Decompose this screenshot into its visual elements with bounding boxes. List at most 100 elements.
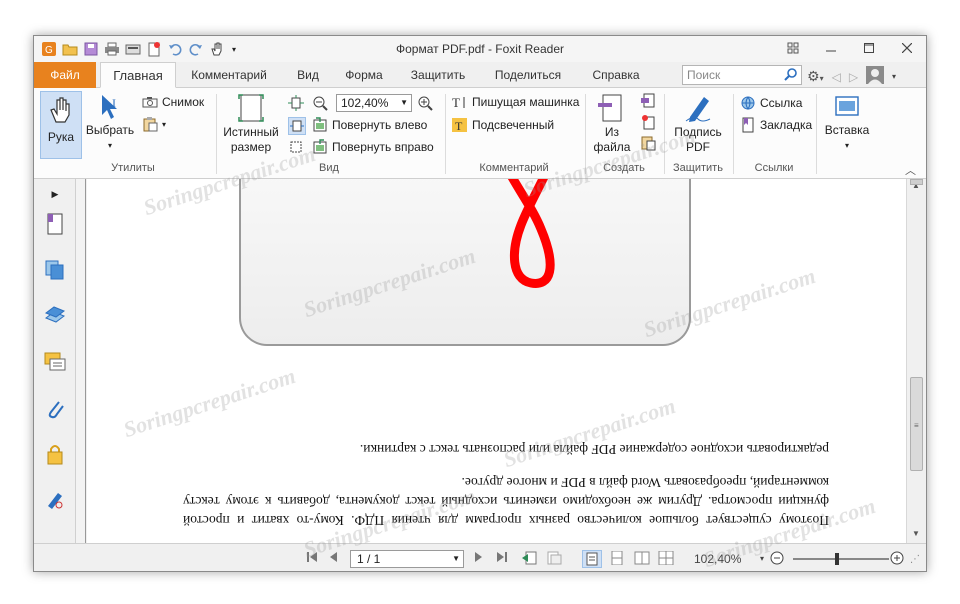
from-file-button[interactable]: Из файла xyxy=(590,93,634,155)
insert-media-icon xyxy=(820,93,874,121)
page-number-select[interactable]: 1 / 1 ▼ xyxy=(350,550,464,568)
rotate-left-label: Повернуть влево xyxy=(332,118,428,132)
fit-width-button[interactable] xyxy=(288,117,306,135)
zoom-percentage[interactable]: 102,40% xyxy=(694,552,741,566)
tab-file[interactable]: Файл xyxy=(34,62,96,88)
select-label: Выбрать xyxy=(85,123,135,137)
previous-page-icon[interactable] xyxy=(328,551,338,563)
group-label-view: Вид xyxy=(319,162,339,174)
page-number-value: 1 / 1 xyxy=(357,552,381,566)
ribbon-home: Рука I Выбрать ▾ Снимок ▾ Утилиты Истинн… xyxy=(34,88,926,179)
zoom-menu-dropdown-icon[interactable]: ▾ xyxy=(760,554,764,563)
insert-label: Вставка xyxy=(824,123,870,137)
scroll-down-icon[interactable]: ▼ xyxy=(912,529,920,538)
zoom-level-select[interactable]: 102,40% ▼ xyxy=(336,94,412,112)
expand-panel-icon[interactable]: ▶ xyxy=(44,183,66,205)
title-bar: G ▾ Формат PDF.pdf - Foxit Reader xyxy=(34,36,926,62)
clipboard-button[interactable]: ▾ xyxy=(142,116,166,132)
layers-icon[interactable] xyxy=(44,305,66,327)
pages-panel-icon[interactable] xyxy=(44,213,66,235)
typewriter-icon: T xyxy=(452,95,465,109)
search-input[interactable]: Поиск xyxy=(682,65,802,85)
select-tool-button[interactable]: I Выбрать ▾ xyxy=(84,93,136,153)
snapshot-label: Снимок xyxy=(162,95,205,109)
first-page-icon[interactable] xyxy=(306,551,318,563)
sign-pdf-button[interactable]: Подпись PDF xyxy=(670,93,726,155)
tab-share[interactable]: Поделиться xyxy=(488,62,568,88)
highlight-label: Подсвеченный xyxy=(472,118,555,132)
navigation-sidebar: ▶ xyxy=(34,179,76,543)
bookmark-button[interactable]: Закладка xyxy=(740,117,812,133)
single-page-view-icon[interactable] xyxy=(582,550,602,568)
tab-home[interactable]: Главная xyxy=(100,62,176,88)
blank-page-icon xyxy=(641,93,655,108)
document-view[interactable]: Поэтому существует большое количество ра… xyxy=(87,179,906,543)
pdf-logo-image xyxy=(239,179,691,346)
pen-sign-icon xyxy=(670,93,726,123)
tab-protect[interactable]: Защитить xyxy=(402,62,474,88)
next-view-icon[interactable] xyxy=(546,551,562,565)
sidebar-splitter[interactable] xyxy=(76,179,86,543)
signatures-panel-icon[interactable] xyxy=(44,489,66,511)
from-file-label-2: файла xyxy=(593,140,631,154)
zoom-slider[interactable] xyxy=(793,553,889,565)
tab-view[interactable]: Вид xyxy=(288,62,328,88)
document-paragraph-2: Поэтому существует большое количество ра… xyxy=(183,475,829,528)
comments-panel-icon[interactable] xyxy=(44,351,66,373)
layers-pages-icon[interactable] xyxy=(44,259,66,281)
next-page-icon[interactable] xyxy=(474,551,484,563)
highlight-button[interactable]: T Подсвеченный xyxy=(452,117,554,133)
insert-button[interactable]: Вставка ▾ xyxy=(820,93,874,153)
settings-gear-icon[interactable]: ⚙▾ xyxy=(807,68,824,85)
svg-text:T: T xyxy=(455,119,463,133)
select-dropdown-icon: ▾ xyxy=(107,141,112,150)
last-page-icon[interactable] xyxy=(496,551,508,563)
continuous-facing-view-icon[interactable] xyxy=(658,551,674,565)
link-button[interactable]: Ссылка xyxy=(740,95,802,111)
resize-grip-icon[interactable]: ⋰ xyxy=(910,554,920,565)
create-clipboard-button[interactable] xyxy=(640,135,656,151)
previous-view-icon[interactable] xyxy=(522,551,538,565)
fit-visible-button[interactable] xyxy=(288,139,304,155)
rotate-left-button[interactable]: Повернуть влево xyxy=(312,117,427,133)
attachments-icon[interactable] xyxy=(44,397,66,419)
insert-dropdown-icon: ▾ xyxy=(844,141,849,150)
hand-tool-button[interactable]: Рука xyxy=(40,91,82,159)
fit-page-button[interactable] xyxy=(288,95,304,111)
account-dropdown-icon[interactable]: ▾ xyxy=(892,72,896,81)
zoom-in-button[interactable] xyxy=(417,95,433,111)
snapshot-button[interactable]: Снимок xyxy=(142,95,204,109)
bookmark-label: Закладка xyxy=(760,118,813,132)
actual-size-button[interactable]: Истинный размер xyxy=(220,93,282,155)
security-lock-icon[interactable] xyxy=(44,443,66,465)
status-zoom-out-icon[interactable] xyxy=(770,551,784,565)
forward-arrow-icon[interactable]: ▷ xyxy=(849,70,858,84)
create-new-button[interactable] xyxy=(640,114,656,130)
rotate-right-icon xyxy=(313,139,327,154)
tab-form[interactable]: Форма xyxy=(340,62,388,88)
tab-comment[interactable]: Комментарий xyxy=(184,62,274,88)
close-button[interactable] xyxy=(888,36,926,60)
ribbon-display-options-icon[interactable] xyxy=(774,36,812,60)
rotate-right-button[interactable]: Повернуть вправо xyxy=(312,139,434,155)
back-arrow-icon[interactable]: ◁ xyxy=(832,70,841,84)
typewriter-button[interactable]: T Пишущая машинка xyxy=(452,95,579,109)
facing-view-icon[interactable] xyxy=(634,551,650,565)
scroll-top-thumb[interactable] xyxy=(910,179,923,185)
minimize-button[interactable] xyxy=(812,36,850,60)
vertical-scrollbar[interactable]: ▲ ≡ ▼ xyxy=(906,179,926,543)
zoom-slider-knob[interactable] xyxy=(835,553,839,565)
document-paragraph-1: редактировать исходное содержание PDF фа… xyxy=(359,442,829,457)
continuous-view-icon[interactable] xyxy=(610,551,624,565)
create-blank-button[interactable] xyxy=(640,93,656,109)
maximize-button[interactable] xyxy=(850,36,888,60)
ribbon-separator xyxy=(216,94,217,174)
from-file-label-1: Из xyxy=(604,125,620,139)
zoom-level-value: 102,40% xyxy=(341,96,389,110)
status-zoom-in-icon[interactable] xyxy=(890,551,904,565)
collapse-ribbon-icon[interactable]: ︿ xyxy=(905,162,916,178)
user-account-icon[interactable] xyxy=(866,66,885,87)
zoom-out-button[interactable] xyxy=(312,95,328,111)
tab-help[interactable]: Справка xyxy=(584,62,648,88)
search-icon[interactable] xyxy=(783,67,799,86)
